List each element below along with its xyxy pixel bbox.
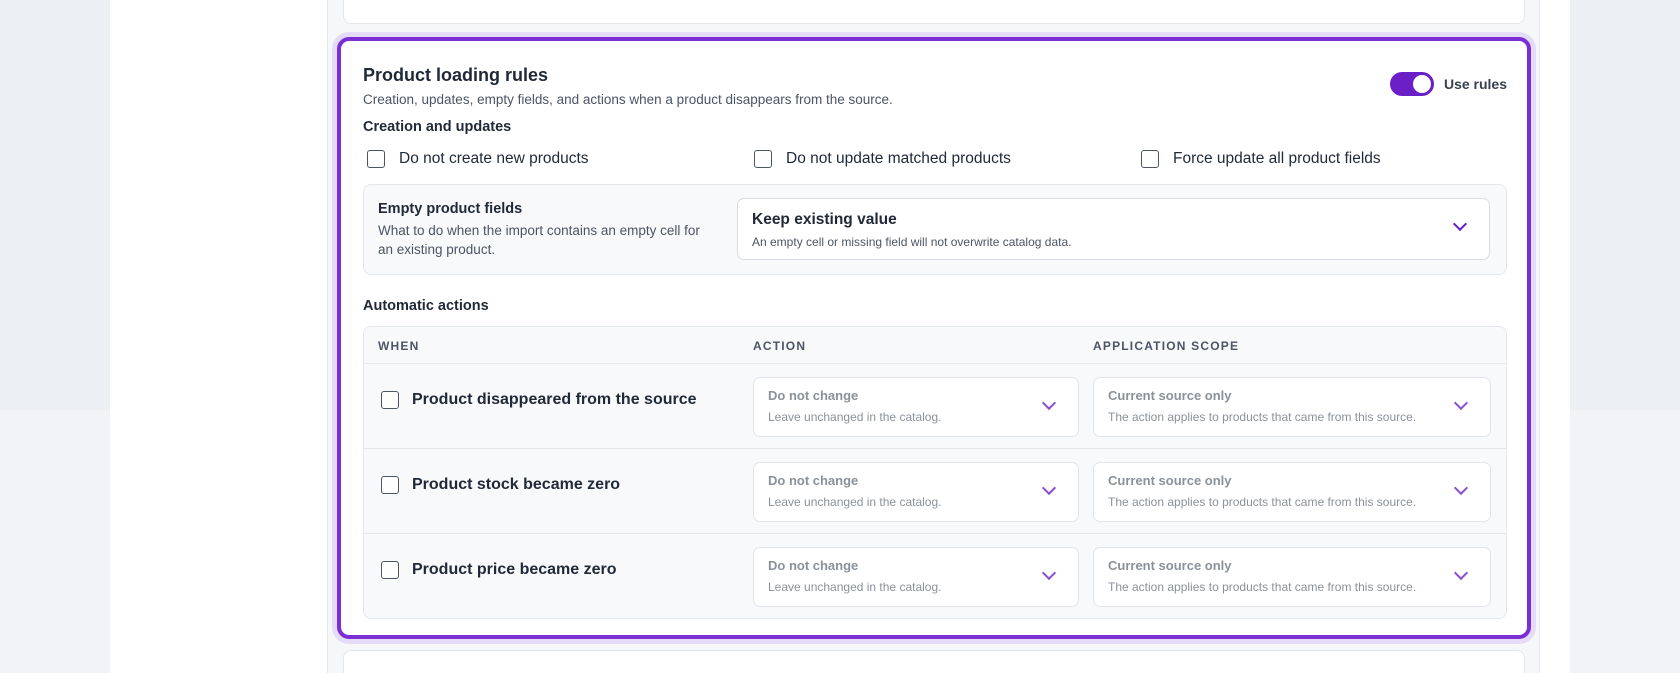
row-when-label: Product disappeared from the source <box>412 391 697 408</box>
toggle-knob <box>1412 75 1431 93</box>
action-select[interactable]: Do not change Leave unchanged in the cat… <box>753 377 1079 437</box>
empty-fields-description: What to do when the import contains an e… <box>378 223 700 257</box>
checkbox[interactable] <box>381 391 399 409</box>
action-value: Do not change <box>768 473 859 488</box>
option-label: Do not update matched products <box>786 150 1011 167</box>
chevron-down-icon <box>1041 565 1057 581</box>
chevron-down-icon <box>1453 480 1469 496</box>
toggle-label: Use rules <box>1443 76 1507 92</box>
header-when: WHEN <box>378 339 420 353</box>
product-loading-rules-card: Product loading rules Creation, updates,… <box>337 37 1531 639</box>
row-when-label: Product stock became zero <box>412 476 621 493</box>
creation-section-title: Creation and updates <box>363 119 512 135</box>
scope-hint: The action applies to products that came… <box>1108 495 1417 509</box>
use-rules-toggle[interactable]: Use rules <box>1389 72 1507 96</box>
action-value: Do not change <box>768 388 859 403</box>
card-subtitle: Creation, updates, empty fields, and act… <box>363 92 893 107</box>
action-select[interactable]: Do not change Leave unchanged in the cat… <box>753 462 1079 522</box>
scope-value: Current source only <box>1108 388 1232 403</box>
chevron-down-icon <box>1041 395 1057 411</box>
action-select[interactable]: Do not change Leave unchanged in the cat… <box>753 547 1079 607</box>
action-hint: Leave unchanged in the catalog. <box>768 495 942 509</box>
checkbox[interactable] <box>754 150 772 168</box>
option-label: Force update all product fields <box>1173 150 1381 167</box>
row-when-label: Product price became zero <box>412 561 617 578</box>
chevron-down-icon <box>1453 565 1469 581</box>
option-do-not-update[interactable]: Do not update matched products <box>754 150 1011 168</box>
card-title: Product loading rules <box>363 65 549 85</box>
checkbox[interactable] <box>1141 150 1159 168</box>
header-action: ACTION <box>753 339 807 353</box>
scope-value: Current source only <box>1108 558 1232 573</box>
automatic-section-title: Automatic actions <box>363 298 489 314</box>
empty-fields-box: Empty product fields What to do when the… <box>363 184 1507 275</box>
action-value: Do not change <box>768 558 859 573</box>
checkbox[interactable] <box>381 476 399 494</box>
select-value: Keep existing value <box>752 211 897 228</box>
automatic-actions-table: WHEN ACTION APPLICATION SCOPE Product di… <box>363 326 1507 619</box>
table-row: Product disappeared from the source Do n… <box>364 363 1506 448</box>
chevron-down-icon <box>1452 216 1468 232</box>
table-row: Product stock became zero Do not change … <box>364 448 1506 533</box>
row-when[interactable]: Product disappeared from the source <box>381 391 697 409</box>
checkbox[interactable] <box>381 561 399 579</box>
toggle-switch[interactable] <box>1389 72 1434 96</box>
row-when[interactable]: Product stock became zero <box>381 476 620 494</box>
scope-hint: The action applies to products that came… <box>1108 580 1417 594</box>
action-hint: Leave unchanged in the catalog. <box>768 580 942 594</box>
option-label: Do not create new products <box>399 150 589 167</box>
scope-select[interactable]: Current source only The action applies t… <box>1093 547 1491 607</box>
empty-fields-select[interactable]: Keep existing value An empty cell or mis… <box>737 198 1490 260</box>
select-hint: An empty cell or missing field will not … <box>752 235 1072 249</box>
row-when[interactable]: Product price became zero <box>381 561 617 579</box>
scope-select[interactable]: Current source only The action applies t… <box>1093 462 1491 522</box>
chevron-down-icon <box>1453 395 1469 411</box>
header-scope: APPLICATION SCOPE <box>1093 339 1240 353</box>
option-do-not-create[interactable]: Do not create new products <box>367 150 589 168</box>
option-force-update[interactable]: Force update all product fields <box>1141 150 1381 168</box>
next-section-card <box>343 650 1525 673</box>
scope-value: Current source only <box>1108 473 1232 488</box>
checkbox[interactable] <box>367 150 385 168</box>
table-row: Product price became zero Do not change … <box>364 533 1506 618</box>
scope-hint: The action applies to products that came… <box>1108 410 1417 424</box>
action-hint: Leave unchanged in the catalog. <box>768 410 942 424</box>
previous-section-card <box>343 0 1525 24</box>
empty-fields-title: Empty product fields <box>378 201 523 217</box>
scope-select[interactable]: Current source only The action applies t… <box>1093 377 1491 437</box>
chevron-down-icon <box>1041 480 1057 496</box>
